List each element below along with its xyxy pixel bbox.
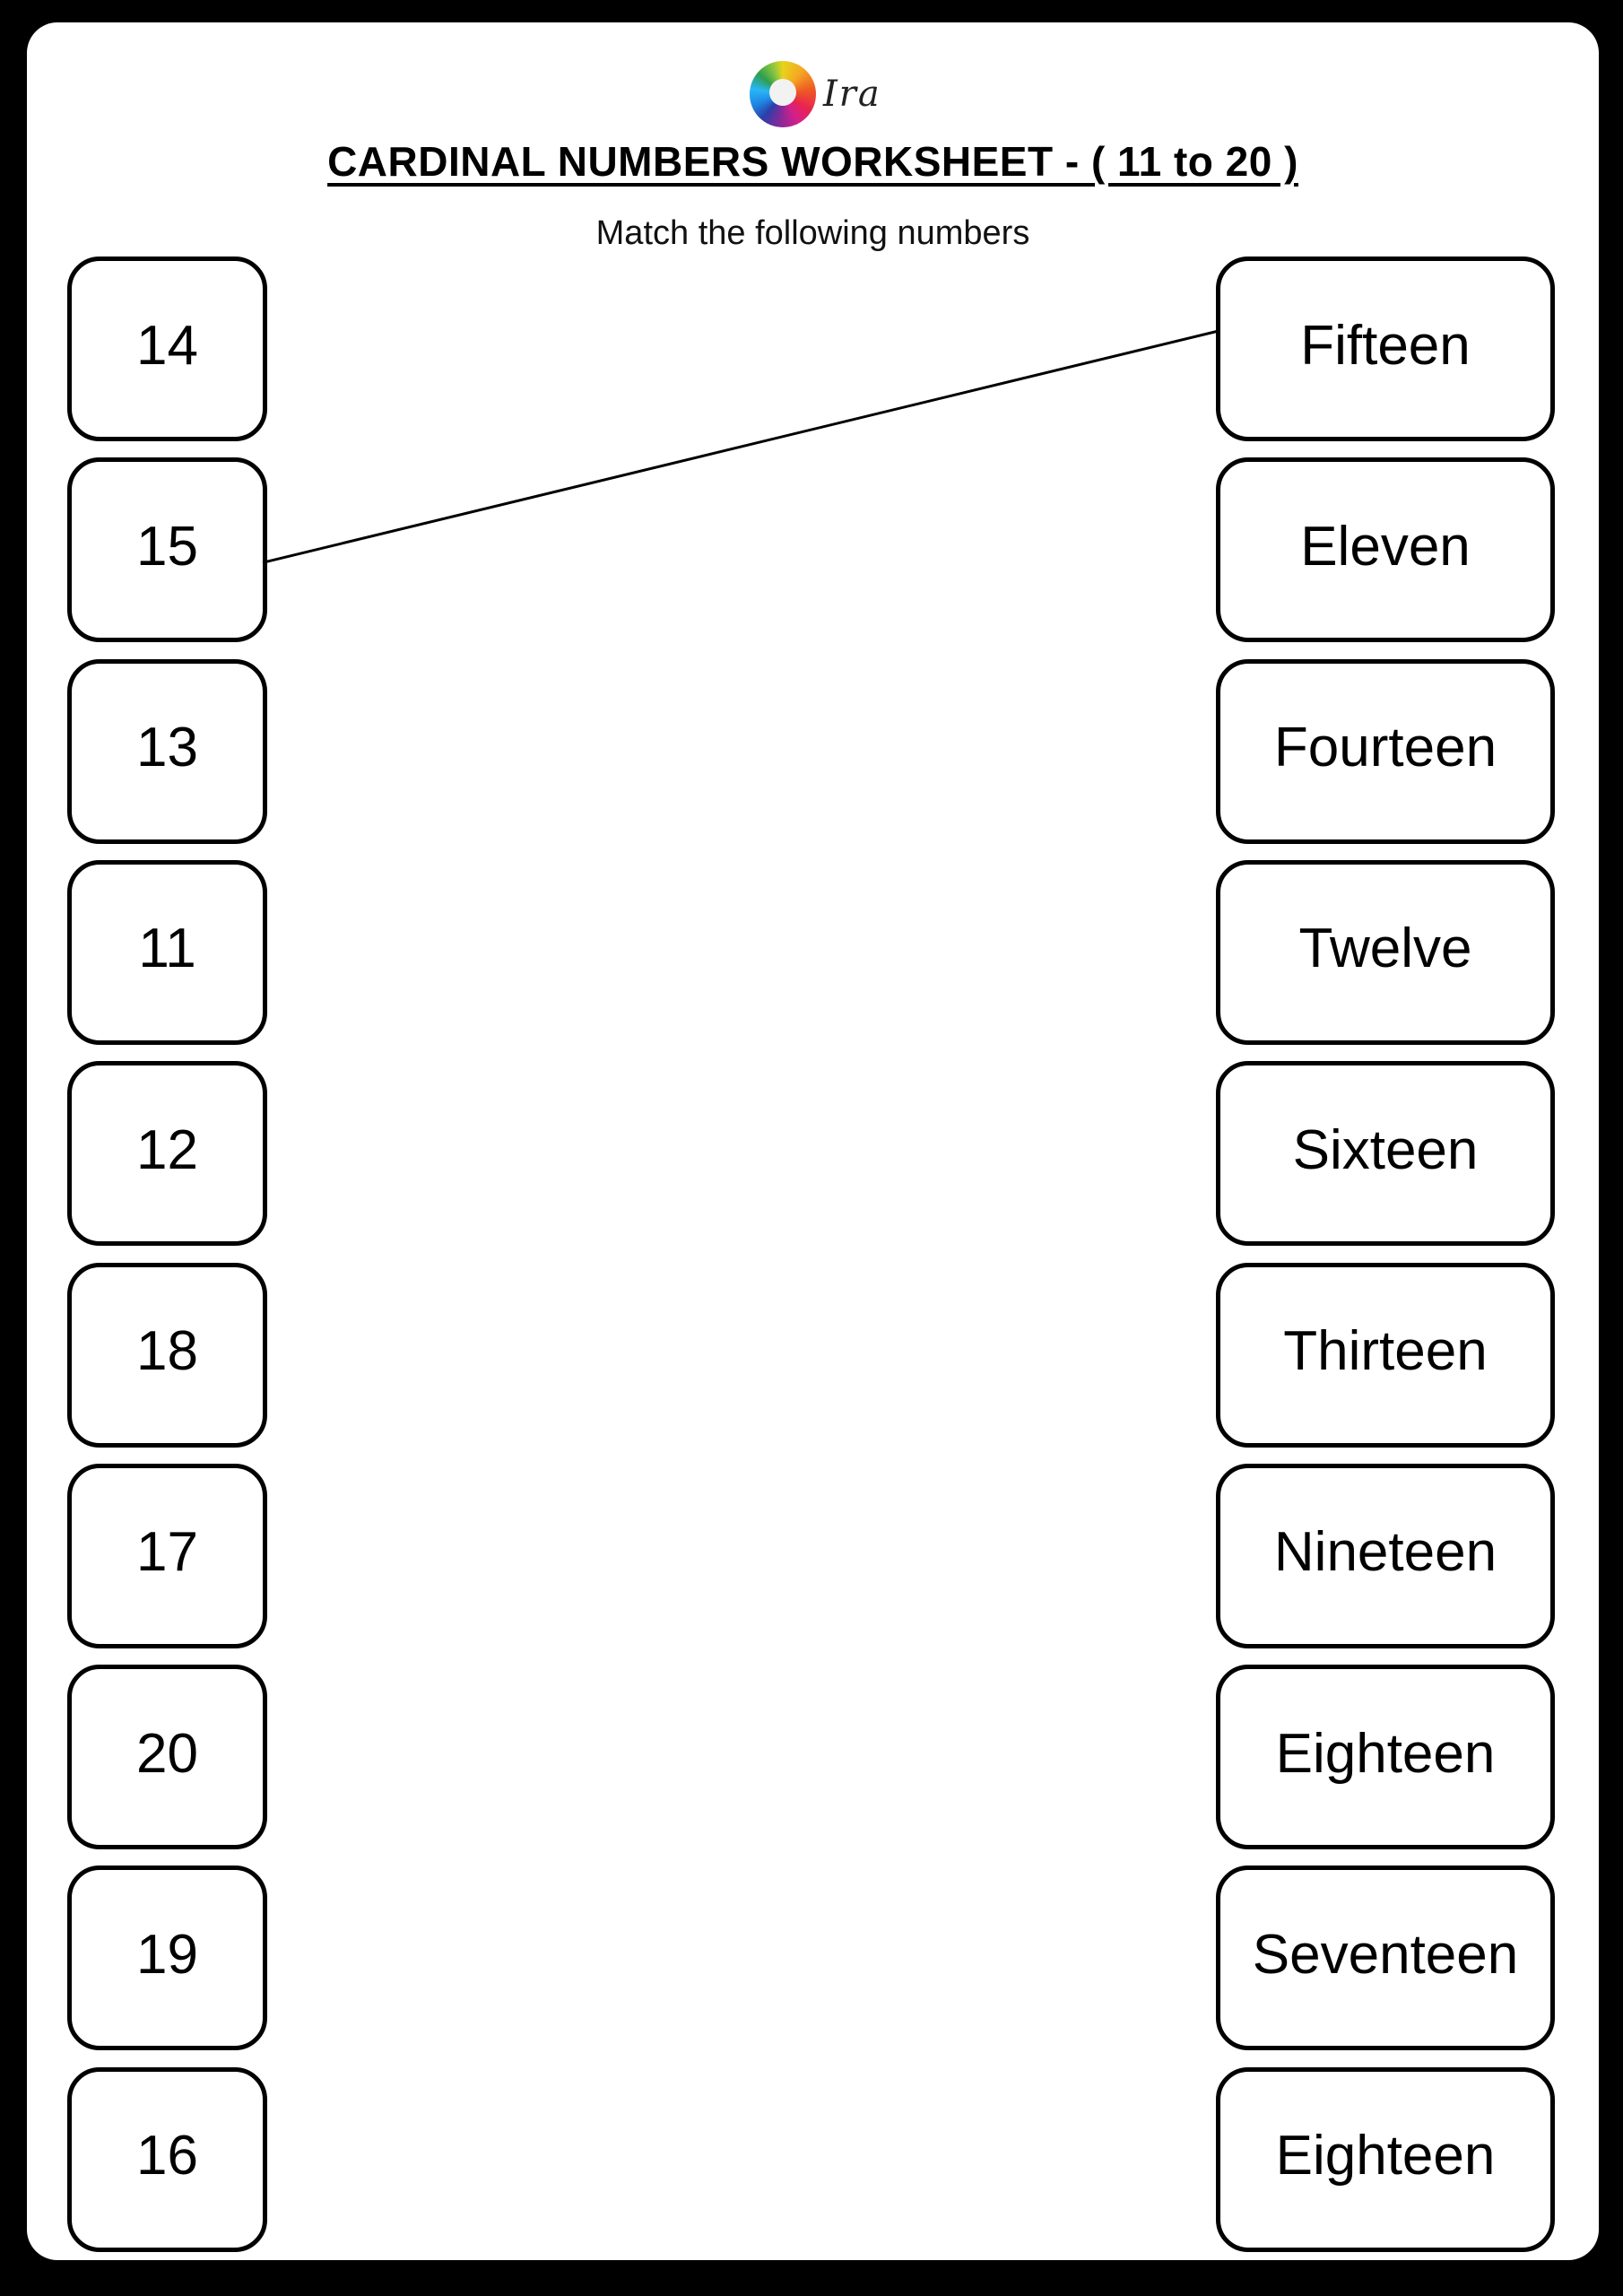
word-box[interactable]: Fifteen bbox=[1216, 257, 1555, 441]
word-box-label: Thirteen bbox=[1283, 1320, 1488, 1382]
numeral-box[interactable]: 18 bbox=[67, 1262, 267, 1448]
logo: Ira bbox=[750, 58, 881, 130]
word-box-label: Twelve bbox=[1298, 918, 1472, 980]
word-box[interactable]: Fourteen bbox=[1216, 658, 1555, 844]
word-box-label: Seventeen bbox=[1252, 1923, 1519, 1986]
worksheet-page: Ira CARDINAL NUMBERS WORKSHEET - ( 11 to… bbox=[27, 22, 1599, 2260]
word-box-label: Sixteen bbox=[1292, 1118, 1479, 1181]
numeral-box[interactable]: 20 bbox=[67, 1665, 267, 1850]
word-box[interactable]: Eighteen bbox=[1216, 1665, 1555, 1850]
numeral-box[interactable]: 12 bbox=[67, 1061, 267, 1247]
word-box-label: Eighteen bbox=[1275, 2125, 1496, 2187]
numeral-box[interactable]: 14 bbox=[67, 257, 267, 441]
word-box[interactable]: Sixteen bbox=[1216, 1061, 1555, 1247]
numeral-box-label: 12 bbox=[136, 1118, 198, 1181]
numeral-box-label: 14 bbox=[136, 314, 198, 377]
word-box[interactable]: Seventeen bbox=[1216, 1866, 1555, 2051]
word-box[interactable]: Eighteen bbox=[1216, 2066, 1555, 2252]
numeral-box[interactable]: 19 bbox=[67, 1866, 267, 2051]
numeral-box[interactable]: 16 bbox=[67, 2066, 267, 2252]
word-box[interactable]: Twelve bbox=[1216, 859, 1555, 1045]
numeral-box[interactable]: 11 bbox=[67, 859, 267, 1045]
numeral-box-label: 19 bbox=[136, 1923, 198, 1986]
word-box-label: Eighteen bbox=[1275, 1722, 1496, 1785]
numeral-box-label: 15 bbox=[136, 515, 198, 578]
numeral-box[interactable]: 17 bbox=[67, 1463, 267, 1648]
instruction-text: Match the following numbers bbox=[595, 214, 1030, 252]
worksheet-title: CARDINAL NUMBERS WORKSHEET - ( 11 to 20 … bbox=[27, 137, 1599, 186]
colored-pencils-circle-icon bbox=[750, 61, 816, 127]
numeral-box-label: 18 bbox=[136, 1320, 198, 1382]
word-box[interactable]: Thirteen bbox=[1216, 1262, 1555, 1448]
word-box-label: Eleven bbox=[1300, 515, 1471, 578]
numeral-box-label: 20 bbox=[136, 1722, 198, 1785]
word-box-label: Fifteen bbox=[1300, 314, 1471, 377]
numeral-box[interactable]: 15 bbox=[67, 457, 267, 643]
brand-name: Ira bbox=[823, 74, 881, 115]
word-box-label: Fourteen bbox=[1273, 717, 1497, 779]
numeral-box-label: 13 bbox=[136, 717, 198, 779]
word-box[interactable]: Nineteen bbox=[1216, 1463, 1555, 1648]
numeral-box-label: 11 bbox=[138, 918, 196, 980]
numeral-box-label: 16 bbox=[136, 2125, 198, 2187]
numeral-box[interactable]: 13 bbox=[67, 658, 267, 844]
numeral-box-label: 17 bbox=[136, 1521, 198, 1584]
worksheet-title-text: CARDINAL NUMBERS WORKSHEET - ( 11 to 20 … bbox=[327, 138, 1298, 185]
word-box[interactable]: Eleven bbox=[1216, 457, 1555, 643]
word-box-label: Nineteen bbox=[1273, 1521, 1497, 1584]
